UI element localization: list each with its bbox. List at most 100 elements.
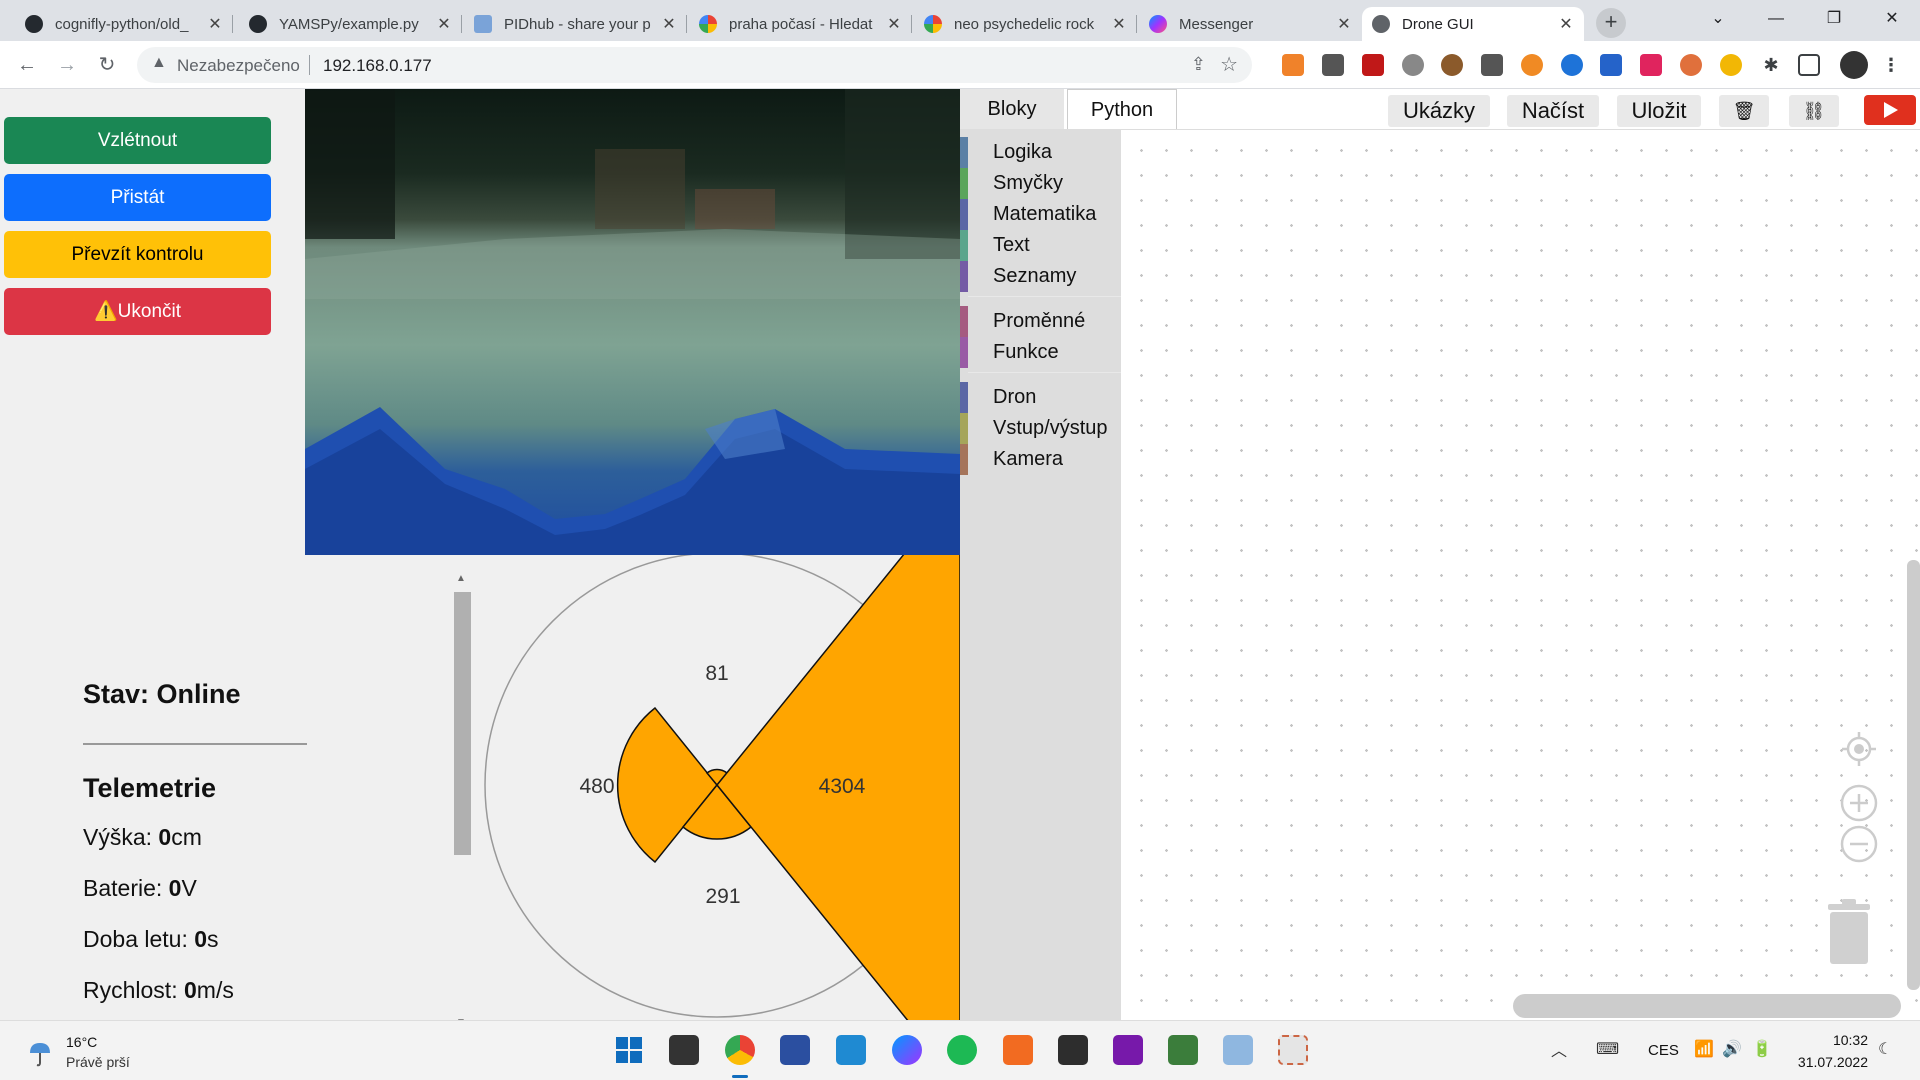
scrollbar-thumb[interactable]: [454, 592, 471, 855]
chrome-icon[interactable]: [725, 1035, 755, 1065]
battery-icon[interactable]: 🔋: [1752, 1039, 1772, 1059]
sidepanel-icon[interactable]: [1798, 54, 1820, 76]
browser-tab[interactable]: cognifly-python/old_ ✕: [15, 7, 233, 41]
zoom-in-icon[interactable]: [1840, 784, 1878, 822]
vscode-icon[interactable]: [836, 1035, 866, 1065]
take-control-button[interactable]: Převzít kontrolu: [4, 231, 271, 278]
takeoff-button[interactable]: Vzlétnout: [4, 117, 271, 164]
blockly-workspace[interactable]: [1121, 130, 1920, 1020]
extension-icon[interactable]: [1680, 54, 1702, 76]
language-indicator[interactable]: CES: [1648, 1042, 1679, 1059]
weather-temperature[interactable]: 16°C: [66, 1034, 97, 1050]
close-icon[interactable]: ✕: [436, 14, 452, 34]
tab-search-icon[interactable]: ⌄: [1688, 0, 1748, 41]
workspace-trash-icon[interactable]: [1820, 896, 1876, 968]
extension-icon[interactable]: [1402, 54, 1424, 76]
browser-tab-active[interactable]: Drone GUI ✕: [1362, 7, 1584, 41]
browser-tab[interactable]: Messenger ✕: [1139, 7, 1362, 41]
close-window-button[interactable]: ✕: [1862, 0, 1920, 41]
browser-tab[interactable]: praha počasí - Hledat ✕: [689, 7, 912, 41]
spotify-icon[interactable]: [947, 1035, 977, 1065]
snipping-tool-icon[interactable]: [1278, 1035, 1308, 1065]
run-button[interactable]: [1864, 95, 1916, 125]
app-icon[interactable]: [1168, 1035, 1198, 1065]
scroll-up-icon[interactable]: ▲: [456, 573, 466, 584]
reload-button[interactable]: ↻: [92, 50, 122, 80]
extension-icon[interactable]: [1282, 54, 1304, 76]
toolbox-category-text[interactable]: Text: [960, 230, 1121, 261]
close-icon[interactable]: ✕: [1558, 14, 1574, 34]
onenote-icon[interactable]: [1113, 1035, 1143, 1065]
puzzle-icon[interactable]: ✱: [1760, 54, 1782, 76]
toolbox-category-camera[interactable]: Kamera: [960, 444, 1121, 475]
radar-scrollbar[interactable]: ▲ ▼: [454, 573, 472, 1037]
toolbox-category-functions[interactable]: Funkce: [960, 337, 1121, 368]
minimize-button[interactable]: —: [1746, 0, 1806, 41]
browser-tab[interactable]: neo psychedelic rock ✕: [914, 7, 1137, 41]
volume-icon[interactable]: 🔊: [1722, 1039, 1742, 1059]
browser-tab[interactable]: YAMSPy/example.py ✕: [239, 7, 462, 41]
focus-moon-icon[interactable]: ☾: [1878, 1039, 1892, 1059]
link-icon[interactable]: ⛓: [1789, 95, 1839, 127]
toolbox-category-math[interactable]: Matematika: [960, 199, 1121, 230]
avatar[interactable]: [1840, 51, 1868, 79]
toolbox-category-variables[interactable]: Proměnné: [960, 306, 1121, 337]
terminal-icon[interactable]: [1058, 1035, 1088, 1065]
zoom-out-icon[interactable]: [1840, 825, 1878, 863]
back-button[interactable]: ←: [12, 50, 42, 80]
load-button[interactable]: Načíst: [1507, 95, 1599, 127]
extension-icon[interactable]: [1322, 54, 1344, 76]
tab-blocks[interactable]: Bloky: [960, 89, 1064, 129]
extension-icon[interactable]: [1640, 54, 1662, 76]
extension-icon[interactable]: [1720, 54, 1742, 76]
clock-date[interactable]: 31.07.2022: [1790, 1054, 1868, 1070]
toolbox-category-loops[interactable]: Smyčky: [960, 168, 1121, 199]
url-text[interactable]: 192.168.0.177: [323, 56, 432, 76]
keyboard-icon[interactable]: ⌨: [1596, 1039, 1619, 1059]
close-icon[interactable]: ✕: [886, 14, 902, 34]
close-icon[interactable]: ✕: [1336, 14, 1352, 34]
close-icon[interactable]: ✕: [207, 14, 223, 34]
extension-icon[interactable]: [1561, 54, 1583, 76]
new-tab-button[interactable]: +: [1596, 8, 1626, 38]
trash-icon[interactable]: 🗑: [1719, 95, 1769, 127]
bookmark-star-icon[interactable]: ☆: [1220, 52, 1238, 77]
share-icon[interactable]: ⇪: [1191, 54, 1206, 75]
toolbox-category-logic[interactable]: Logika: [960, 137, 1121, 168]
toolbox-category-drone[interactable]: Dron: [960, 382, 1121, 413]
close-icon[interactable]: ✕: [1111, 14, 1127, 34]
extension-icon[interactable]: [1521, 54, 1543, 76]
task-view-icon[interactable]: [669, 1035, 699, 1065]
security-label[interactable]: Nezabezpečeno: [177, 56, 300, 76]
extension-icon[interactable]: [1362, 54, 1384, 76]
recenter-icon[interactable]: [1840, 730, 1878, 768]
zip-icon[interactable]: [1600, 54, 1622, 76]
toolbox-category-io[interactable]: Vstup/výstup: [960, 413, 1121, 444]
workspace-horizontal-scrollbar[interactable]: [1513, 994, 1901, 1018]
save-disk-icon[interactable]: [780, 1035, 810, 1065]
quit-button[interactable]: ⚠️Ukončit: [4, 288, 271, 335]
tray-chevron-icon[interactable]: ︿: [1551, 1037, 1567, 1061]
fusion360-icon[interactable]: [1003, 1035, 1033, 1065]
close-icon[interactable]: ✕: [661, 14, 677, 34]
forward-button[interactable]: →: [52, 50, 82, 80]
weather-description[interactable]: Právě prší: [66, 1054, 130, 1070]
browser-tab[interactable]: PIDhub - share your p ✕: [464, 7, 687, 41]
menu-icon[interactable]: ⋮: [1880, 54, 1902, 76]
save-button[interactable]: Uložit: [1617, 95, 1701, 127]
address-bar[interactable]: ▲ Nezabezpečeno 192.168.0.177 ⇪ ☆: [137, 47, 1252, 83]
examples-button[interactable]: Ukázky: [1388, 95, 1490, 127]
toolbox-category-lists[interactable]: Seznamy: [960, 261, 1121, 292]
rain-icon[interactable]: [24, 1035, 56, 1067]
start-icon[interactable]: [614, 1035, 644, 1065]
wifi-icon[interactable]: 📶: [1694, 1039, 1714, 1059]
clock-time[interactable]: 10:32: [1812, 1032, 1868, 1048]
restore-button[interactable]: ❐: [1804, 0, 1864, 41]
land-button[interactable]: Přistát: [4, 174, 271, 221]
workspace-vertical-scrollbar[interactable]: [1907, 560, 1920, 990]
cookie-icon[interactable]: [1441, 54, 1463, 76]
extension-icon[interactable]: [1481, 54, 1503, 76]
tab-python[interactable]: Python: [1067, 89, 1177, 129]
messenger-icon[interactable]: [892, 1035, 922, 1065]
monitor-icon[interactable]: [1223, 1035, 1253, 1065]
